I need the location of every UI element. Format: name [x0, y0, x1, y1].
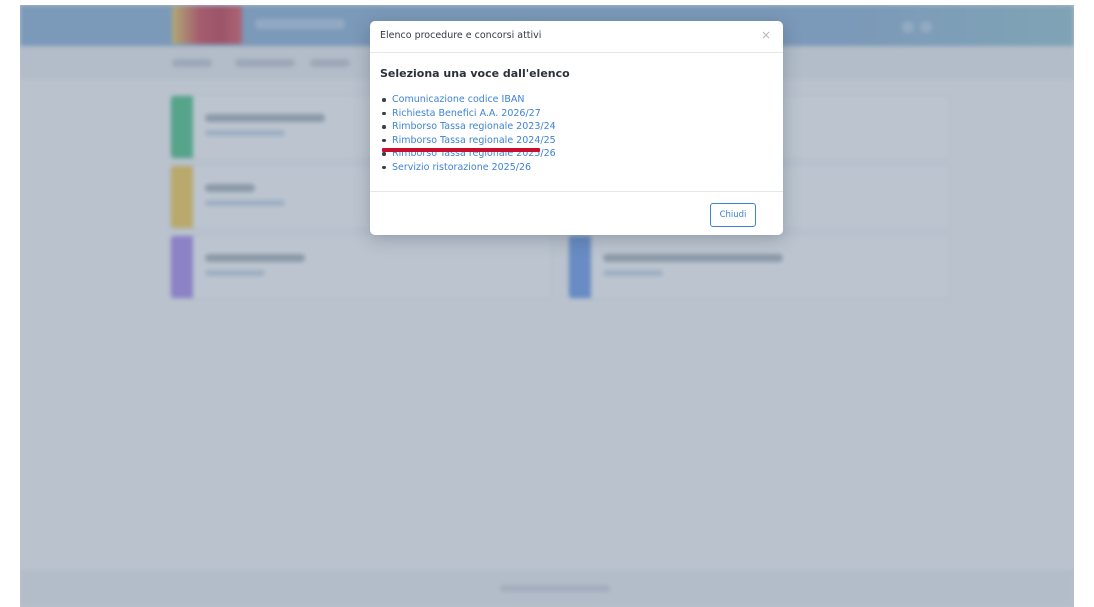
list-item: Rimborso Tassa regionale 2024/25: [380, 134, 556, 148]
procedure-link-rimborso-2023-24[interactable]: Rimborso Tassa regionale 2023/24: [392, 121, 556, 132]
highlight-underline: [382, 148, 540, 152]
modal-header: Elenco procedure e concorsi attivi ×: [370, 21, 783, 53]
bullet-icon: [382, 152, 386, 156]
bullet-icon: [382, 98, 386, 102]
browser-viewport: Elenco procedure e concorsi attivi × Sel…: [20, 5, 1074, 607]
modal-body: Seleziona una voce dall'elenco Comunicaz…: [370, 53, 783, 190]
modal-heading: Seleziona una voce dall'elenco: [380, 67, 570, 80]
procedure-link-rimborso-2024-25[interactable]: Rimborso Tassa regionale 2024/25: [392, 135, 556, 146]
modal-footer: Chiudi: [370, 191, 783, 236]
procedure-list: Comunicazione codice IBAN Richiesta Bene…: [380, 93, 556, 174]
close-button[interactable]: Chiudi: [710, 203, 756, 227]
procedure-link-iban[interactable]: Comunicazione codice IBAN: [392, 94, 524, 105]
bullet-icon: [382, 111, 386, 115]
list-item: Comunicazione codice IBAN: [380, 93, 556, 107]
procedure-link-richiesta-benefici[interactable]: Richiesta Benefici A.A. 2026/27: [392, 108, 541, 119]
bullet-icon: [382, 138, 386, 142]
close-icon[interactable]: ×: [761, 29, 771, 41]
procedures-modal: Elenco procedure e concorsi attivi × Sel…: [370, 21, 783, 235]
list-item: Richiesta Benefici A.A. 2026/27: [380, 107, 556, 121]
bullet-icon: [382, 165, 386, 169]
procedure-link-ristorazione[interactable]: Servizio ristorazione 2025/26: [392, 162, 531, 173]
bullet-icon: [382, 125, 386, 129]
list-item: Servizio ristorazione 2025/26: [380, 161, 556, 175]
modal-title: Elenco procedure e concorsi attivi: [380, 30, 542, 41]
list-item: Rimborso Tassa regionale 2023/24: [380, 120, 556, 134]
